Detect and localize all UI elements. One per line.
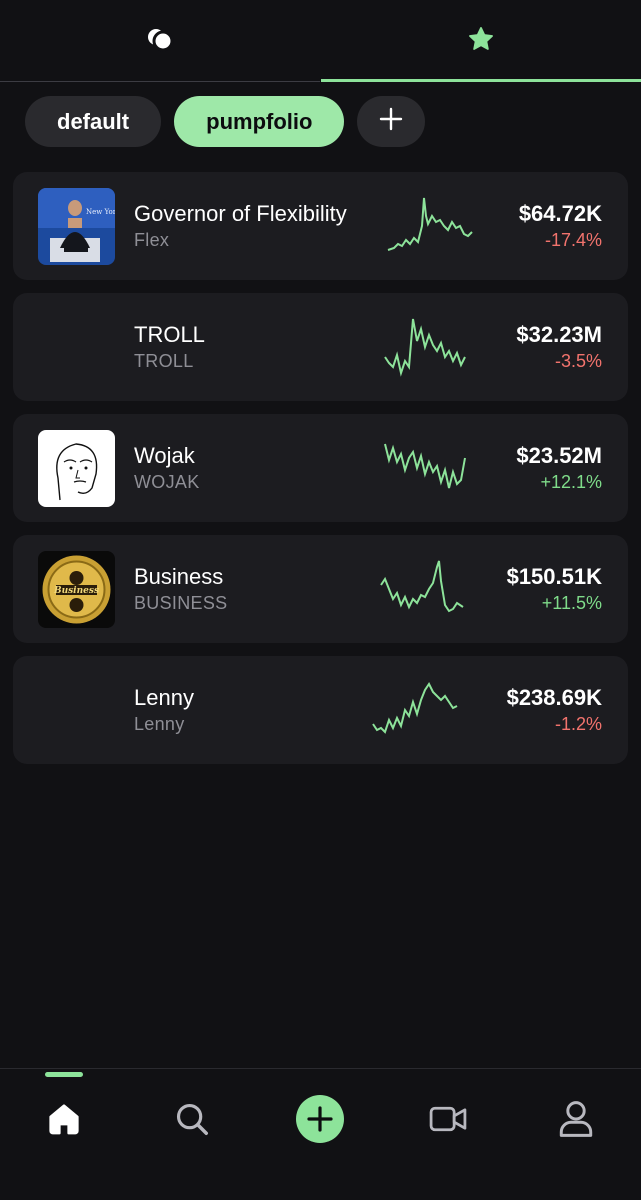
nav-active-indicator [45,1072,83,1077]
token-price: $32.23M [516,322,602,347]
token-row-troll[interactable]: TROLL TROLL $32.23M -3.5% [13,293,628,401]
tab-portfolio[interactable] [0,0,320,82]
token-price: $150.51K [506,564,602,589]
video-camera-icon [428,1102,468,1141]
token-ticker: TROLL [134,351,194,371]
token-name: Business [134,564,224,589]
token-name: TROLL [134,322,205,347]
token-price: $64.72K [518,201,602,226]
portfolio-coins-icon [145,26,175,57]
price-sparkline [386,186,486,266]
nav-create[interactable] [290,1091,350,1151]
token-name: Governor of Flexibility [134,201,347,226]
top-tab-bar [0,0,641,82]
token-ticker: WOJAK [134,472,200,492]
token-avatar: New York Times [38,188,115,265]
token-row-business[interactable]: Business Business BUSINESS $150.51K +11.… [13,535,628,643]
token-change: -3.5% [554,351,602,371]
create-plus-icon [295,1094,345,1149]
token-avatar [38,672,115,749]
svg-text:New York Times: New York Times [86,208,115,216]
price-sparkline [383,428,483,508]
bottom-nav-bar [0,1068,641,1200]
nav-profile[interactable] [546,1091,606,1151]
portfolio-chip-row: default pumpfolio [25,96,426,148]
price-sparkline [383,307,483,387]
star-icon [466,25,496,58]
token-ticker: Lenny [134,714,185,734]
tab-watchlist-underline [321,79,641,82]
token-list: New York Times Governor of Flexibility F… [13,172,628,777]
nav-home[interactable] [34,1091,94,1151]
tab-watchlist[interactable] [321,0,641,82]
token-name: Lenny [134,685,194,710]
token-ticker: BUSINESS [134,593,228,613]
token-avatar: Business [38,551,115,628]
add-portfolio-button[interactable] [357,96,426,147]
token-row-wojak[interactable]: Wojak WOJAK $23.52M +12.1% [13,414,628,522]
token-price: $23.52M [516,443,602,468]
profile-icon [558,1099,594,1144]
token-avatar [38,309,115,386]
token-row-lenny[interactable]: Lenny Lenny $238.69K -1.2% [13,656,628,764]
chip-default[interactable]: default [25,96,162,147]
token-name: Wojak [134,443,195,468]
token-avatar [38,430,115,507]
token-ticker: Flex [134,230,170,250]
tab-portfolio-underline [0,81,320,82]
token-change: -17.4% [544,230,602,250]
svg-text:Business: Business [53,586,99,596]
token-change: +11.5% [541,593,602,613]
token-change: +12.1% [540,472,602,492]
app-screen: default pumpfolio New York Times [0,0,641,1200]
home-icon [45,1101,83,1142]
token-change: -1.2% [554,714,602,734]
search-icon [173,1100,211,1143]
chip-pumpfolio[interactable]: pumpfolio [174,96,345,147]
price-sparkline [371,670,471,750]
nav-search[interactable] [162,1091,222,1151]
nav-video[interactable] [418,1091,478,1151]
plus-icon [379,107,403,137]
price-sparkline [379,549,479,629]
token-row-flex[interactable]: New York Times Governor of Flexibility F… [13,172,628,280]
token-price: $238.69K [506,685,602,710]
